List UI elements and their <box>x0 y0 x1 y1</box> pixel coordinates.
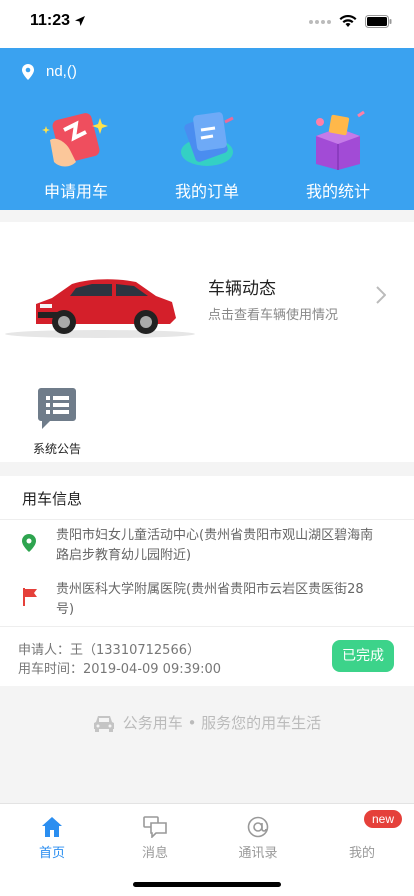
completed-status-badge: 已完成 <box>332 640 394 672</box>
destination-flag-icon <box>23 588 37 606</box>
chevron-right-icon <box>376 286 386 304</box>
start-address: 贵阳市妇女儿童活动中心(贵州省贵阳市观山湖区碧海南 路启步教育幼儿园附近) <box>56 528 374 563</box>
apply-car-label: 申请用车 <box>43 182 108 201</box>
map-pin-icon <box>22 63 34 80</box>
system-notice-label: 系统公告 <box>32 442 81 456</box>
apply-car-icon <box>36 108 116 174</box>
header-banner: nd,() 申请用车 我的订单 我的统计 <box>0 48 414 210</box>
my-orders-button[interactable]: 我的订单 <box>138 108 276 202</box>
usage-info-title: 用车信息 <box>22 490 83 508</box>
usage-info-card[interactable]: 用车信息 贵阳市妇女儿童活动中心(贵州省贵阳市观山湖区碧海南 路启步教育幼儿园附… <box>0 476 414 686</box>
feature-card: 车辆动态 点击查看车辆使用情况 系统公告 <box>0 222 414 462</box>
tab-home[interactable]: 首页 <box>0 804 104 861</box>
messages-icon <box>143 816 167 838</box>
slogan: 公务用车 • 服务您的用车生活 <box>0 712 414 733</box>
status-time: 11:23 <box>30 12 71 29</box>
destination-address: 贵州医科大学附属医院(贵州省贵阳市云岩区贵医街28 号) <box>56 582 364 617</box>
vehicle-status-subtitle: 点击查看车辆使用情况 <box>208 308 339 323</box>
status-bar: 11:23 <box>0 0 414 48</box>
tab-messages[interactable]: 消息 <box>103 804 207 861</box>
location-text: nd,() <box>46 63 77 80</box>
tab-contacts[interactable]: 通讯录 <box>206 804 310 861</box>
current-location[interactable]: nd,() <box>22 63 77 80</box>
apply-car-button[interactable]: 申请用车 <box>7 108 145 202</box>
my-stats-label: 我的统计 <box>305 182 370 201</box>
new-badge: new <box>364 810 402 828</box>
divider <box>0 519 414 520</box>
system-notice-button[interactable]: 系统公告 <box>24 388 90 457</box>
at-sign-icon <box>247 816 269 838</box>
signal-icon <box>309 19 331 24</box>
tab-profile-label: 我的 <box>348 846 375 861</box>
my-orders-label: 我的订单 <box>174 182 239 201</box>
tab-contacts-label: 通讯录 <box>238 846 278 861</box>
tab-profile[interactable]: new 我的 <box>310 804 414 861</box>
orders-icon <box>167 108 247 174</box>
battery-icon <box>365 15 392 28</box>
vehicle-status-title: 车辆动态 <box>208 279 276 299</box>
announcement-icon <box>38 388 76 429</box>
status-indicators <box>309 15 392 28</box>
wifi-icon <box>339 15 357 27</box>
divider <box>0 626 414 627</box>
vehicle-status-row[interactable]: 车辆动态 点击查看车辆使用情况 <box>0 248 414 348</box>
tab-home-label: 首页 <box>38 846 65 861</box>
tab-messages-label: 消息 <box>141 846 168 861</box>
car-icon <box>93 715 114 732</box>
my-stats-button[interactable]: 我的统计 <box>269 108 407 202</box>
applicant-info: 申请人：王（13310712566） <box>18 643 200 658</box>
slogan-text: 公务用车 • 服务您的用车生活 <box>122 714 322 732</box>
location-arrow-icon <box>75 16 85 26</box>
stats-icon <box>298 108 378 174</box>
red-suv-image <box>5 279 195 338</box>
home-indicator[interactable] <box>133 882 281 887</box>
usage-time: 用车时间：2019-04-09 09:39:00 <box>18 662 222 677</box>
home-icon <box>42 817 62 837</box>
start-location-icon <box>22 534 36 552</box>
